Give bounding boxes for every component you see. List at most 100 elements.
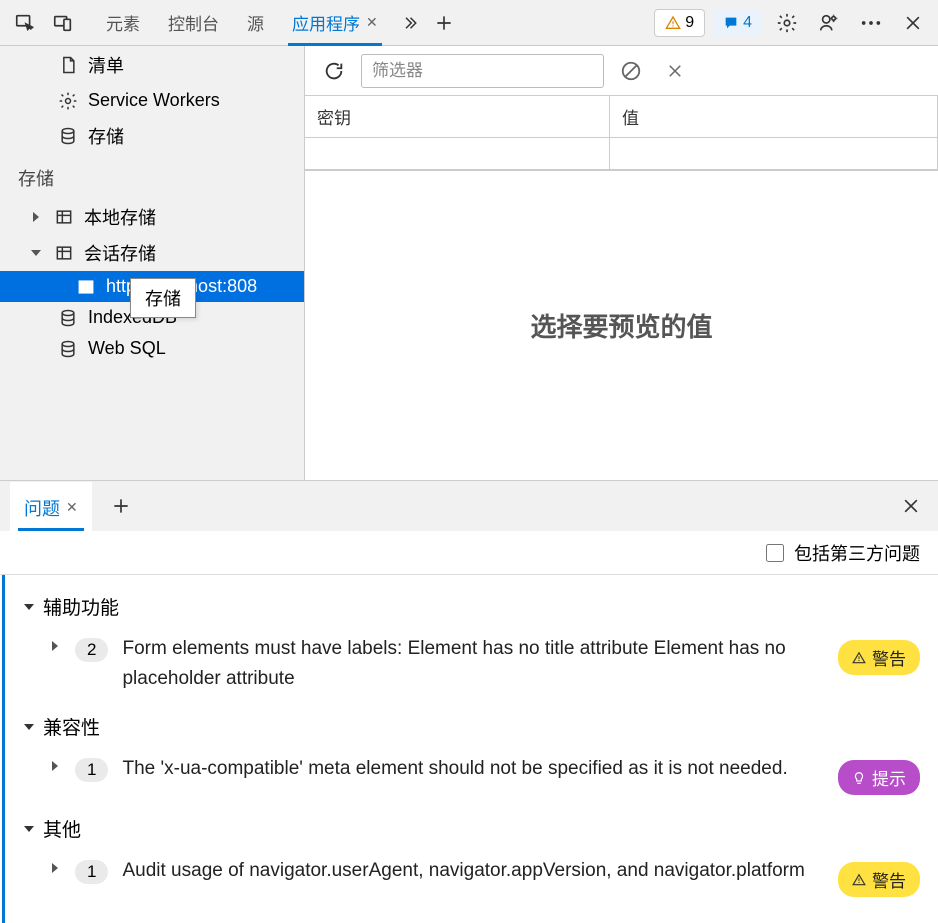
- filter-input[interactable]: [361, 54, 604, 88]
- tree-local-storage[interactable]: 本地存储: [0, 199, 304, 235]
- caret-right-icon: [49, 760, 61, 772]
- caret-down-icon: [23, 601, 35, 613]
- tab-label: 元素: [106, 10, 140, 35]
- close-icon[interactable]: ✕: [66, 499, 78, 516]
- message-count: 4: [743, 14, 752, 32]
- message-icon: [723, 15, 739, 31]
- severity-label: 提示: [872, 765, 906, 790]
- tab-console[interactable]: 控制台: [154, 0, 233, 45]
- refresh-button[interactable]: [317, 54, 351, 88]
- devtools-toolbar: 元素 控制台 源 应用程序 ✕ 9 4: [0, 0, 938, 46]
- tab-sources[interactable]: 源: [233, 0, 278, 45]
- sidebar-section-storage: 存储: [0, 155, 304, 199]
- messages-badge[interactable]: 4: [713, 10, 762, 36]
- issue-count: 2: [75, 638, 108, 662]
- column-key[interactable]: 密钥: [305, 96, 610, 137]
- issue-item[interactable]: 1 The 'x-ua-compatible' meta element sho…: [5, 744, 938, 805]
- gear-icon: [58, 91, 78, 111]
- issues-tabs: 问题 ✕: [0, 481, 938, 531]
- device-toggle-button[interactable]: [46, 6, 80, 40]
- tab-label: 问题: [24, 495, 60, 521]
- sidebar-item-label: 清单: [88, 52, 124, 78]
- caret-right-icon: [49, 862, 61, 874]
- issues-panel: 问题 ✕ 包括第三方问题 辅助功能 2 Form elements must h…: [0, 480, 938, 923]
- settings-button[interactable]: [770, 6, 804, 40]
- table-row[interactable]: [305, 138, 938, 170]
- warning-icon: [852, 873, 866, 887]
- sidebar-storage[interactable]: 存储: [0, 117, 304, 155]
- severity-badge: 警告: [838, 862, 920, 897]
- severity-label: 警告: [872, 645, 906, 670]
- content-pane: 密钥 值 选择要预览的值: [305, 46, 938, 480]
- severity-badge: 警告: [838, 640, 920, 675]
- issues-filter-row: 包括第三方问题: [0, 531, 938, 575]
- preview-placeholder: 选择要预览的值: [305, 170, 938, 480]
- caret-down-icon: [30, 247, 44, 259]
- column-value[interactable]: 值: [610, 96, 938, 137]
- tree-item-label: 会话存储: [84, 240, 156, 266]
- issue-count: 1: [75, 860, 108, 884]
- tab-issues[interactable]: 问题 ✕: [10, 482, 92, 531]
- add-drawer-tab-button[interactable]: [104, 489, 138, 523]
- issue-item[interactable]: 1 Audit usage of navigator.userAgent, na…: [5, 846, 938, 907]
- content-toolbar: [305, 46, 938, 96]
- close-icon[interactable]: ✕: [366, 14, 378, 31]
- issue-group-accessibility[interactable]: 辅助功能: [5, 583, 938, 624]
- sidebar-manifest[interactable]: 清单: [0, 46, 304, 84]
- database-icon: [58, 126, 78, 146]
- close-drawer-button[interactable]: [894, 489, 928, 523]
- sidebar-item-label: Service Workers: [88, 90, 220, 111]
- main-split: 清单 Service Workers 存储 存储 本地存储 会话存储: [0, 46, 938, 480]
- tab-label: 源: [247, 10, 264, 35]
- issues-body: 辅助功能 2 Form elements must have labels: E…: [2, 575, 938, 923]
- issue-item[interactable]: 2 Form elements must have labels: Elemen…: [5, 624, 938, 703]
- issue-text: Form elements must have labels: Element …: [122, 634, 824, 693]
- document-icon: [58, 55, 78, 75]
- table-icon: [54, 243, 74, 263]
- issue-group-other[interactable]: 其他: [5, 805, 938, 846]
- include-third-party-label: 包括第三方问题: [794, 540, 920, 566]
- issue-text: Audit usage of navigator.userAgent, navi…: [122, 856, 824, 885]
- devtools-tabs: 元素 控制台 源 应用程序 ✕: [92, 0, 650, 45]
- add-tab-button[interactable]: [426, 5, 462, 41]
- tree-websql[interactable]: Web SQL: [0, 333, 304, 364]
- issue-group-title: 辅助功能: [43, 593, 119, 620]
- caret-right-icon: [49, 640, 61, 652]
- tab-elements[interactable]: 元素: [92, 0, 154, 45]
- clear-all-button[interactable]: [614, 54, 648, 88]
- database-icon: [58, 339, 78, 359]
- caret-down-icon: [23, 721, 35, 733]
- tooltip: 存储: [130, 278, 196, 318]
- issue-group-compatibility[interactable]: 兼容性: [5, 703, 938, 744]
- feedback-button[interactable]: [812, 6, 846, 40]
- tree-session-storage[interactable]: 会话存储: [0, 235, 304, 271]
- storage-table-header: 密钥 值: [305, 96, 938, 138]
- warnings-badge[interactable]: 9: [654, 9, 705, 37]
- sidebar-service-workers[interactable]: Service Workers: [0, 84, 304, 117]
- caret-down-icon: [23, 823, 35, 835]
- inspect-element-button[interactable]: [8, 6, 42, 40]
- table-icon: [76, 277, 96, 297]
- database-icon: [58, 308, 78, 328]
- severity-label: 警告: [872, 867, 906, 892]
- sidebar: 清单 Service Workers 存储 存储 本地存储 会话存储: [0, 46, 305, 480]
- issue-group-title: 其他: [43, 815, 81, 842]
- delete-selected-button[interactable]: [658, 54, 692, 88]
- table-icon: [54, 207, 74, 227]
- more-options-button[interactable]: [854, 6, 888, 40]
- tab-label: 控制台: [168, 10, 219, 35]
- issue-group-title: 兼容性: [43, 713, 100, 740]
- warning-count: 9: [685, 14, 694, 32]
- tab-label: 应用程序: [292, 10, 360, 35]
- tree-item-label: 本地存储: [84, 204, 156, 230]
- close-devtools-button[interactable]: [896, 6, 930, 40]
- issue-text: The 'x-ua-compatible' meta element shoul…: [122, 754, 824, 783]
- sidebar-item-label: 存储: [88, 123, 124, 149]
- tree-item-label: Web SQL: [88, 338, 166, 359]
- warning-icon: [665, 15, 681, 31]
- tab-application[interactable]: 应用程序 ✕: [278, 0, 392, 45]
- include-third-party-checkbox[interactable]: [766, 544, 784, 562]
- more-tabs-button[interactable]: [392, 6, 426, 40]
- severity-badge: 提示: [838, 760, 920, 795]
- caret-right-icon: [30, 211, 44, 223]
